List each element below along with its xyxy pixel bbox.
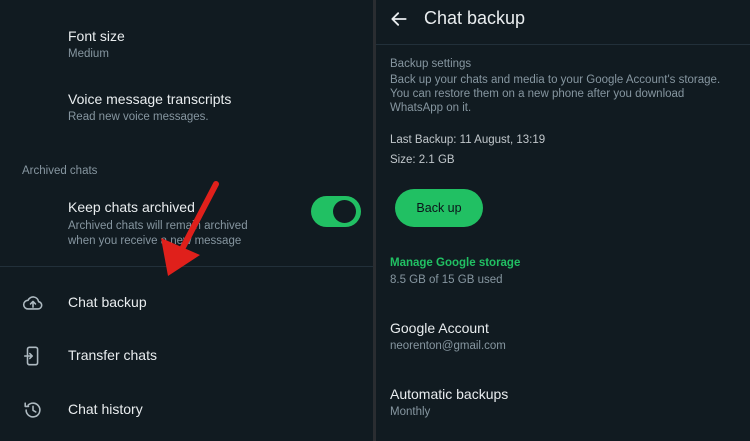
font-size-value: Medium bbox=[68, 48, 109, 60]
chat-backup-topbar: Chat backup bbox=[376, 0, 750, 40]
phone-transfer-icon bbox=[23, 346, 39, 366]
backup-settings-heading: Backup settings bbox=[390, 58, 472, 70]
last-backup-info: Last Backup: 11 August, 13:19 bbox=[390, 134, 546, 146]
font-size-setting[interactable]: Font size Medium bbox=[68, 28, 125, 62]
back-up-button[interactable]: Back up bbox=[395, 189, 483, 227]
chat-backup-panel: Chat backup Backup settings Back up your… bbox=[376, 0, 750, 441]
manage-google-storage-link[interactable]: Manage Google storage bbox=[390, 257, 520, 269]
backup-description-1: Back up your chats and media to your Goo… bbox=[390, 74, 721, 86]
voice-transcripts-title: Voice message transcripts bbox=[68, 91, 232, 107]
menu-chat-history[interactable]: Chat history bbox=[0, 386, 373, 434]
automatic-backups-setting[interactable]: Automatic backups Monthly bbox=[390, 386, 508, 418]
automatic-backups-value: Monthly bbox=[390, 406, 431, 418]
section-divider bbox=[0, 266, 373, 267]
keep-archived-title: Keep chats archived bbox=[68, 199, 195, 215]
voice-transcripts-setting[interactable]: Voice message transcripts Read new voice… bbox=[68, 91, 231, 125]
header-divider bbox=[376, 44, 750, 45]
keep-archived-subtitle-1: Archived chats will remain archived bbox=[68, 220, 248, 232]
google-account-title: Google Account bbox=[390, 320, 489, 336]
storage-used-info: 8.5 GB of 15 GB used bbox=[390, 274, 503, 286]
backup-description-2: You can restore them on a new phone afte… bbox=[390, 88, 685, 100]
history-icon bbox=[24, 402, 41, 418]
google-account-setting[interactable]: Google Account neorenton@gmail.com bbox=[390, 320, 506, 352]
automatic-backups-title: Automatic backups bbox=[390, 386, 509, 402]
cloud-upload-icon bbox=[22, 296, 43, 310]
menu-chat-history-label: Chat history bbox=[68, 401, 143, 417]
page-title: Chat backup bbox=[424, 8, 526, 28]
toggle-knob bbox=[333, 200, 356, 223]
settings-chats-panel: Font size Medium Voice message transcrip… bbox=[0, 0, 373, 441]
menu-transfer-chats[interactable]: Transfer chats bbox=[0, 332, 373, 380]
google-account-value: neorenton@gmail.com bbox=[390, 340, 506, 352]
back-arrow-icon[interactable] bbox=[389, 9, 409, 29]
keep-archived-subtitle-2: when you receive a new message bbox=[68, 235, 242, 247]
voice-transcripts-subtitle: Read new voice messages. bbox=[68, 111, 209, 123]
menu-transfer-chats-label: Transfer chats bbox=[68, 347, 157, 363]
backup-description-3: WhatsApp on it. bbox=[390, 102, 472, 114]
keep-archived-toggle[interactable] bbox=[311, 196, 361, 227]
menu-chat-backup-label: Chat backup bbox=[68, 294, 147, 310]
archived-chats-heading: Archived chats bbox=[22, 165, 98, 177]
backup-size-info: Size: 2.1 GB bbox=[390, 154, 455, 166]
menu-chat-backup[interactable]: Chat backup bbox=[0, 279, 373, 327]
keep-chats-archived-setting[interactable]: Keep chats archived Archived chats will … bbox=[68, 199, 298, 249]
font-size-title: Font size bbox=[68, 28, 125, 44]
